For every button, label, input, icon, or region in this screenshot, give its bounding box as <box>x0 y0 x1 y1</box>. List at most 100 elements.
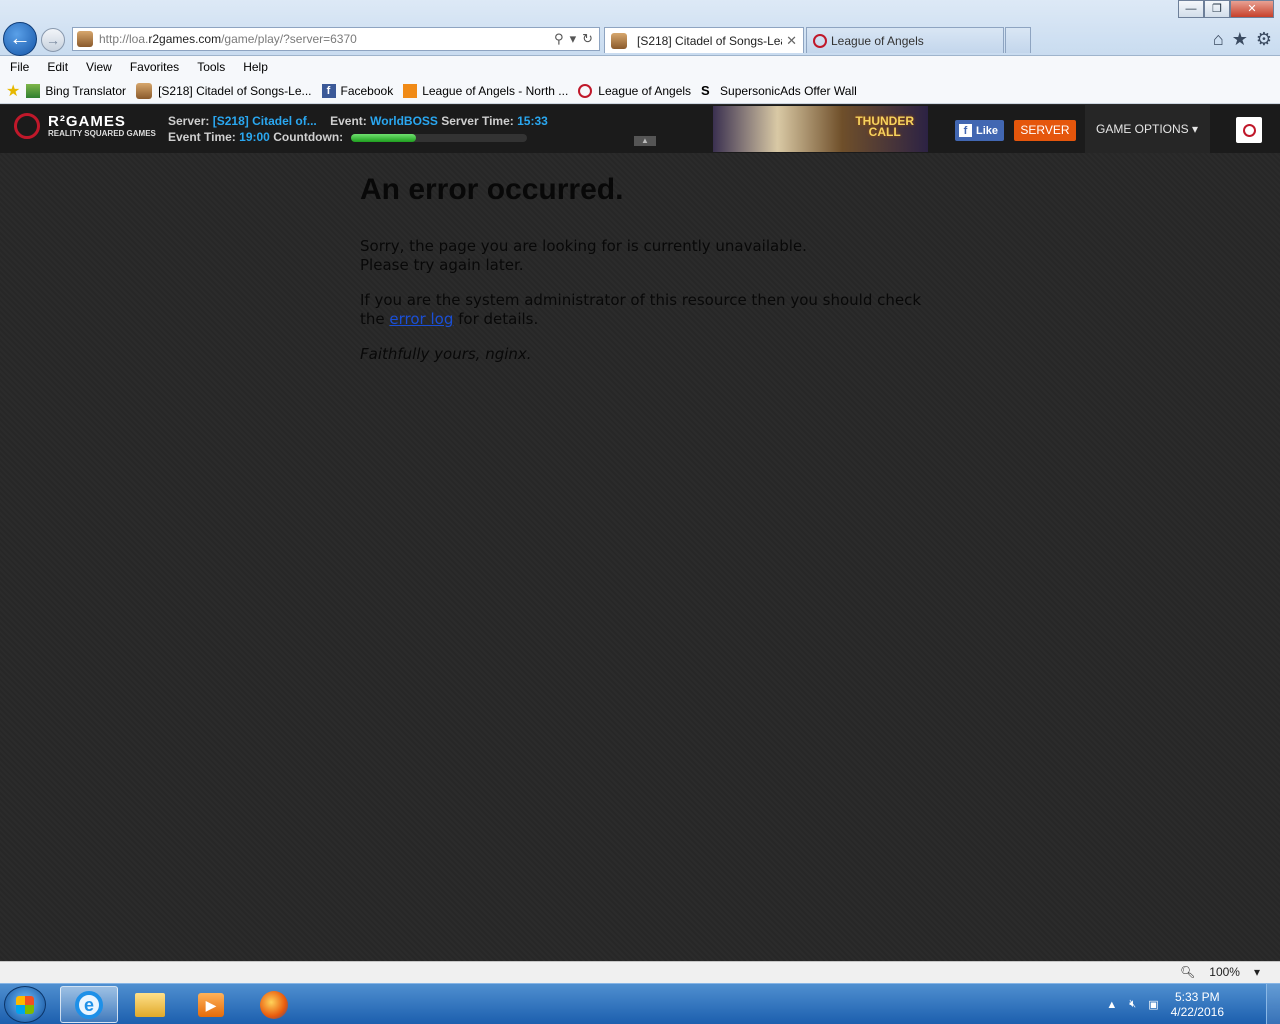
signature-text: Faithfully yours, nginx. <box>360 345 532 363</box>
collapse-header-button[interactable]: ▲ <box>634 136 656 146</box>
favorites-bar: ★ Bing Translator [S218] Citadel of Song… <box>0 78 1280 104</box>
zoom-icon: 🔍︎ <box>1180 965 1196 979</box>
menu-edit[interactable]: Edit <box>47 60 68 74</box>
windows-logo-icon <box>16 996 34 1014</box>
error-message: An error occurred. Sorry, the page you a… <box>360 173 940 380</box>
forward-button[interactable]: → <box>41 28 65 52</box>
fav-label: Bing Translator <box>45 83 127 98</box>
internet-explorer-icon: e <box>75 990 103 1019</box>
supersonic-icon: S <box>701 82 710 98</box>
facebook-icon: f <box>959 124 972 137</box>
minimize-button[interactable]: — <box>1178 0 1204 18</box>
server-label: Server: <box>168 114 210 128</box>
error-line1: Sorry, the page you are looking for is c… <box>360 237 807 255</box>
zoom-control[interactable]: 🔍︎ 100% ▾ <box>1180 965 1260 979</box>
clock-date: 4/22/2016 <box>1170 1004 1224 1019</box>
address-text[interactable]: http://loa.r2games.com/game/play/?server… <box>99 32 554 46</box>
network-icon[interactable]: ▣ <box>1148 998 1158 1011</box>
event-label: Event: <box>330 114 367 128</box>
error-text: Sorry, the page you are looking for is c… <box>360 237 940 275</box>
refresh-icon[interactable]: ↻ <box>582 31 593 47</box>
browser-toolbar: — ❐ ✕ ← → http://loa.r2games.com/game/pl… <box>0 0 1280 56</box>
taskbar-media-player[interactable]: ▶ <box>182 986 240 1023</box>
fav-label: League of Angels <box>598 83 692 98</box>
clock[interactable]: 5:33 PM 4/22/2016 <box>1171 990 1224 1020</box>
address-bar[interactable]: http://loa.r2games.com/game/play/?server… <box>72 27 600 51</box>
countdown-bar <box>350 133 527 142</box>
volume-muted-icon[interactable]: 🔇︎ <box>1129 998 1136 1011</box>
taskbar-file-explorer[interactable] <box>121 986 179 1023</box>
menu-bar: File Edit View Favorites Tools Help <box>0 56 1280 78</box>
window-controls: — ❐ ✕ <box>1178 0 1274 18</box>
address-path: /game/play/?server=6370 <box>221 32 357 46</box>
taskbar: e ▶ ▲ 🔇︎ ▣ 5:33 PM 4/22/2016 <box>0 983 1280 1024</box>
r2-corner-button[interactable] <box>1236 117 1262 143</box>
error-line2: Please try again later. <box>360 256 524 274</box>
dropdown-icon[interactable]: ▾ <box>570 31 577 47</box>
fav-facebook[interactable]: f Facebook <box>321 83 393 98</box>
game-options-button[interactable]: GAME OPTIONS ▾ <box>1085 105 1210 153</box>
game-tab-icon <box>136 82 153 99</box>
error-log-link[interactable]: error log <box>389 310 453 328</box>
system-tray: ▲ 🔇︎ ▣ 5:33 PM 4/22/2016 <box>1106 984 1224 1024</box>
r2-icon <box>578 83 593 98</box>
folder-icon <box>135 992 165 1017</box>
search-icon[interactable]: ⚲ <box>554 31 564 47</box>
menu-favorites[interactable]: Favorites <box>130 60 179 74</box>
fav-label: SupersonicAds Offer Wall <box>720 83 857 98</box>
close-button[interactable]: ✕ <box>1230 0 1274 18</box>
zoom-dropdown-icon[interactable]: ▾ <box>1254 965 1260 979</box>
tools-gear-icon[interactable]: ⚙ <box>1256 29 1272 50</box>
banner-text-line2: CALL <box>868 125 901 139</box>
r2-icon <box>1242 123 1256 137</box>
r2-logo-icon <box>14 113 40 139</box>
server-time-value: 15:33 <box>517 114 548 128</box>
countdown-fill <box>350 133 416 142</box>
taskbar-firefox[interactable] <box>245 986 303 1023</box>
start-button[interactable] <box>4 986 46 1023</box>
media-player-icon: ▶ <box>198 992 224 1017</box>
tab-league-of-angels[interactable]: League of Angels <box>806 27 1004 53</box>
fav-bing-translator[interactable]: Bing Translator <box>26 83 127 98</box>
taskbar-internet-explorer[interactable]: e <box>60 986 118 1023</box>
favorites-star-icon[interactable]: ★ <box>6 81 20 101</box>
status-bar: 🔍︎ 100% ▾ <box>0 961 1280 983</box>
address-domain: r2games.com <box>148 32 222 46</box>
server-value[interactable]: [S218] Citadel of... <box>213 114 317 128</box>
back-button[interactable]: ← <box>3 22 37 56</box>
zoom-level: 100% <box>1209 965 1240 979</box>
restore-button[interactable]: ❐ <box>1204 0 1230 18</box>
site-favicon-icon <box>77 31 93 47</box>
fav-label: League of Angels - North ... <box>422 83 569 98</box>
fav-supersonicads[interactable]: S SupersonicAds Offer Wall <box>701 82 857 98</box>
fav-league-of-angels[interactable]: League of Angels <box>578 83 692 98</box>
logo-subtitle: REALITY SQUARED GAMES <box>48 128 156 138</box>
page-content: An error occurred. Sorry, the page you a… <box>0 153 1280 961</box>
tray-expand-icon[interactable]: ▲ <box>1106 999 1117 1011</box>
r2games-logo[interactable]: R²GAMES REALITY SQUARED GAMES <box>14 113 156 139</box>
home-icon[interactable]: ⌂ <box>1213 29 1224 50</box>
show-desktop-button[interactable] <box>1266 984 1280 1024</box>
menu-view[interactable]: View <box>86 60 112 74</box>
menu-file[interactable]: File <box>10 60 29 74</box>
event-time-value: 19:00 <box>239 130 270 144</box>
address-tools: ⚲ ▾ ↻ <box>554 31 599 47</box>
new-tab-button[interactable] <box>1005 27 1031 53</box>
tab-close-icon[interactable]: ✕ <box>786 33 797 49</box>
menu-help[interactable]: Help <box>243 60 268 74</box>
server-button[interactable]: SERVER <box>1014 120 1076 141</box>
fav-label: [S218] Citadel of Songs-Le... <box>158 83 312 98</box>
translator-icon <box>26 83 41 98</box>
server-time-label: Server Time: <box>441 114 514 128</box>
menu-tools[interactable]: Tools <box>197 60 225 74</box>
firefox-icon <box>260 990 288 1019</box>
facebook-like-button[interactable]: f Like <box>955 120 1004 141</box>
game-tab-icon <box>611 32 627 49</box>
fav-league-of-angels-north[interactable]: League of Angels - North ... <box>403 83 569 98</box>
tab-label: League of Angels <box>831 33 924 48</box>
orange-game-icon <box>403 83 418 98</box>
thunder-call-banner[interactable]: THUNDER CALL <box>713 106 928 152</box>
favorites-star-icon[interactable]: ★ <box>1232 29 1248 50</box>
tab-citadel-of-songs[interactable]: [S218] Citadel of Songs-Lea... ✕ <box>604 27 804 53</box>
fav-citadel-of-songs[interactable]: [S218] Citadel of Songs-Le... <box>136 82 312 99</box>
